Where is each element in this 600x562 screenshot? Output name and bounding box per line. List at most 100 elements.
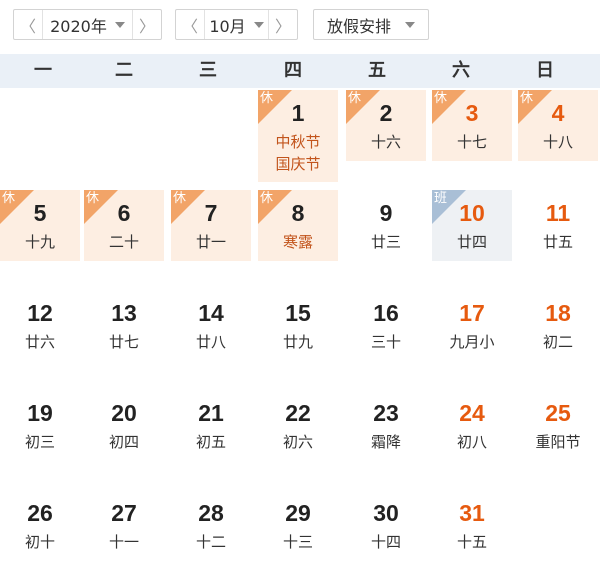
day-cell[interactable]: 9 廿三 [346, 190, 426, 261]
lunar-date: 初八 [456, 433, 487, 451]
day-cell[interactable]: 29 十三 [258, 490, 338, 561]
lunar-date: 九月小 [449, 333, 495, 351]
day-cell[interactable]: 24 初八 [432, 390, 512, 461]
day-number: 5 [33, 200, 47, 226]
next-year-button[interactable]: 〉 [132, 10, 161, 39]
lunar-date: 重阳节 [535, 433, 581, 451]
day-number: 19 [27, 400, 53, 426]
day-cell[interactable]: 11 廿五 [518, 190, 598, 261]
lunar-date: 初二 [542, 333, 573, 351]
chevron-right-icon: 〉 [274, 16, 291, 36]
day-number: 30 [373, 500, 399, 526]
day-number: 15 [285, 300, 311, 326]
month-dropdown[interactable]: 10月 [205, 13, 268, 37]
lunar-date: 十九 [24, 233, 55, 251]
weekday-tue: 二 [115, 60, 133, 81]
day-cell[interactable]: 13 廿七 [84, 290, 164, 361]
day-number: 18 [545, 300, 571, 326]
day-cell[interactable]: 21 初五 [171, 390, 251, 461]
day-number: 4 [551, 100, 565, 126]
weekday-sat: 六 [452, 60, 470, 81]
next-month-button[interactable]: 〉 [268, 10, 297, 39]
day-cell[interactable]: 15 廿九 [258, 290, 338, 361]
chevron-right-icon: 〉 [138, 16, 155, 36]
day-number: 13 [111, 300, 137, 326]
day-number: 6 [117, 200, 131, 226]
day-cell[interactable]: 班 10 廿四 [432, 190, 512, 261]
caret-down-icon [405, 21, 415, 28]
day-cell[interactable]: 16 三十 [346, 290, 426, 361]
prev-year-button[interactable]: 〈 [14, 10, 43, 39]
day-cell[interactable]: 休 7 廿一 [171, 190, 251, 261]
day-number: 12 [27, 300, 53, 326]
lunar-date: 二十 [108, 233, 139, 251]
day-number: 20 [111, 400, 137, 426]
lunar-date: 十七 [456, 133, 487, 151]
calendar-toolbar: 〈 2020年 〉 〈 10月 〉 放假安排 [0, 0, 600, 52]
day-cell[interactable]: 休 2 十六 [346, 90, 426, 161]
day-cell[interactable]: 休 3 十七 [432, 90, 512, 161]
weekday-mon: 一 [34, 60, 52, 81]
day-cell[interactable]: 休 6 二十 [84, 190, 164, 261]
lunar-date: 十五 [456, 533, 487, 551]
day-cell[interactable]: 14 廿八 [171, 290, 251, 361]
lunar-date: 廿五 [542, 233, 573, 251]
day-cell[interactable]: 30 十四 [346, 490, 426, 561]
lunar-date: 十八 [542, 133, 573, 151]
day-number: 3 [465, 100, 479, 126]
day-number: 26 [27, 500, 53, 526]
day-cell[interactable]: 25 重阳节 [518, 390, 598, 461]
holiday-label: 放假安排 [326, 16, 391, 36]
day-number: 28 [198, 500, 224, 526]
weekday-header: 一 二 三 四 五 六 日 [0, 54, 600, 88]
day-cell[interactable]: 休 1 中秋节 国庆节 [258, 90, 338, 182]
day-cell[interactable]: 23 霜降 [346, 390, 426, 461]
lunar-date: 三十 [370, 333, 401, 351]
day-cell[interactable]: 17 九月小 [432, 290, 512, 361]
day-number: 1 [291, 100, 305, 126]
month-value: 10月 [209, 16, 246, 36]
day-cell[interactable]: 31 十五 [432, 490, 512, 561]
day-cell[interactable]: 28 十二 [171, 490, 251, 561]
lunar-date: 初四 [108, 433, 139, 451]
day-cell[interactable]: 18 初二 [518, 290, 598, 361]
chevron-left-icon: 〈 [181, 16, 198, 36]
day-number: 11 [545, 200, 571, 226]
lunar-date: 廿七 [108, 333, 139, 351]
prev-month-button[interactable]: 〈 [176, 10, 205, 39]
year-dropdown[interactable]: 2020年 [43, 13, 132, 37]
day-number: 14 [198, 300, 224, 326]
day-number: 10 [459, 200, 485, 226]
lunar-date: 廿六 [24, 333, 55, 351]
lunar-date: 廿三 [370, 233, 401, 251]
day-cell[interactable]: 休 5 十九 [0, 190, 80, 261]
day-cell[interactable]: 20 初四 [84, 390, 164, 461]
day-cell[interactable]: 休 4 十八 [518, 90, 598, 161]
caret-down-icon [114, 21, 125, 28]
festival-label: 国庆节 [275, 155, 321, 173]
day-number: 9 [379, 200, 393, 226]
day-number: 27 [111, 500, 137, 526]
month-selector: 〈 10月 〉 [175, 9, 298, 40]
day-cell[interactable]: 26 初十 [0, 490, 80, 561]
day-number: 21 [198, 400, 224, 426]
day-number: 23 [373, 400, 399, 426]
holiday-dropdown[interactable]: 放假安排 [313, 9, 429, 40]
day-cell[interactable]: 19 初三 [0, 390, 80, 461]
day-cell[interactable]: 休 8 寒露 [258, 190, 338, 261]
year-selector: 〈 2020年 〉 [13, 9, 162, 40]
lunar-date: 十四 [370, 533, 401, 551]
day-cell[interactable]: 27 十一 [84, 490, 164, 561]
lunar-date: 廿一 [195, 233, 226, 251]
weekday-wed: 三 [199, 60, 217, 81]
day-number: 29 [285, 500, 311, 526]
lunar-date: 十六 [370, 133, 401, 151]
day-number: 17 [459, 300, 485, 326]
lunar-date: 廿八 [195, 333, 226, 351]
lunar-date: 霜降 [370, 433, 401, 451]
day-number: 22 [285, 400, 311, 426]
lunar-date: 十二 [195, 533, 226, 551]
day-cell[interactable]: 22 初六 [258, 390, 338, 461]
weekday-sun: 日 [536, 60, 554, 81]
day-cell[interactable]: 12 廿六 [0, 290, 80, 361]
